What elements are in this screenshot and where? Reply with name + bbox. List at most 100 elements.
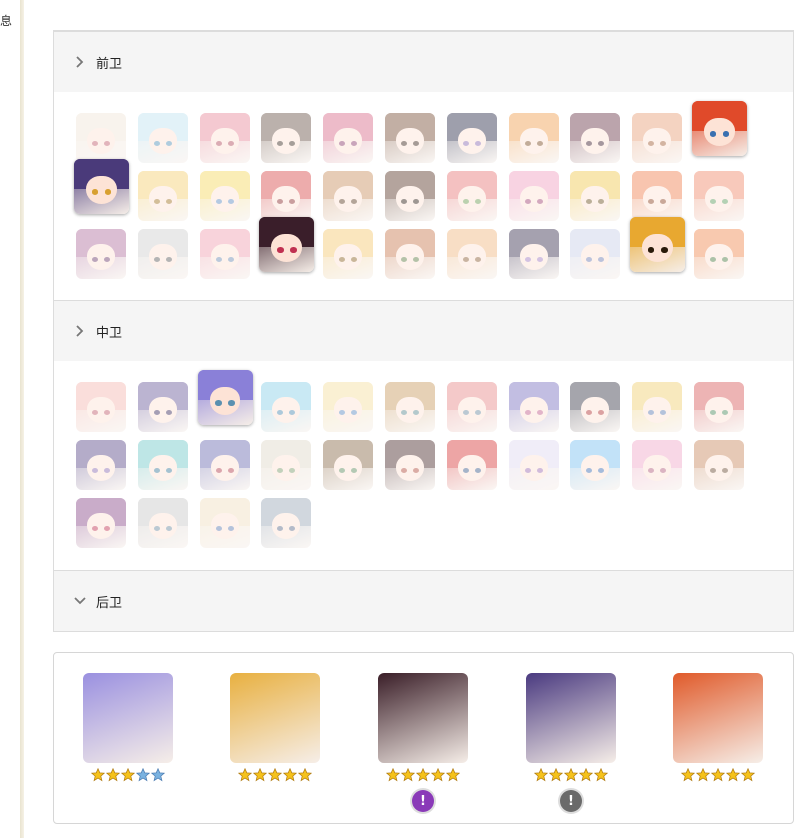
star-blue-icon <box>136 768 150 782</box>
team-member[interactable] <box>83 673 173 784</box>
character-portrait[interactable] <box>630 217 686 272</box>
character-portrait[interactable] <box>632 382 683 432</box>
character-portrait[interactable] <box>261 498 312 548</box>
portrait-eye <box>709 131 717 137</box>
portrait-face <box>334 186 363 212</box>
character-portrait[interactable] <box>323 382 374 432</box>
character-portrait[interactable] <box>76 113 126 163</box>
character-portrait[interactable] <box>323 440 374 490</box>
portrait-eye <box>104 256 110 262</box>
character-portrait[interactable] <box>76 229 126 279</box>
portrait-face <box>457 244 486 270</box>
section-title-middle: 中卫 <box>96 325 123 341</box>
character-portrait[interactable] <box>385 171 435 221</box>
character-portrait[interactable] <box>137 498 188 548</box>
character-portrait[interactable] <box>632 171 683 221</box>
character-portrait[interactable] <box>570 113 621 163</box>
character-portrait[interactable] <box>570 229 621 279</box>
star-gold-icon <box>564 768 578 782</box>
star-gold-icon <box>268 768 282 782</box>
character-portrait[interactable] <box>261 171 312 221</box>
portrait-eye <box>462 256 469 262</box>
character-portrait[interactable] <box>446 229 497 279</box>
team-member[interactable]: ! <box>526 673 616 812</box>
character-portrait[interactable] <box>694 382 744 432</box>
character-portrait[interactable] <box>385 382 435 432</box>
character-portrait[interactable] <box>385 440 435 490</box>
character-portrait[interactable] <box>261 440 312 490</box>
character-portrait[interactable] <box>261 382 312 432</box>
character-portrait[interactable] <box>199 171 250 221</box>
character-portrait[interactable] <box>570 382 621 432</box>
star-gold-icon <box>121 768 135 782</box>
character-portrait[interactable] <box>76 440 126 490</box>
team-member-avatar[interactable] <box>83 673 173 763</box>
character-portrait[interactable] <box>199 229 250 279</box>
character-portrait[interactable] <box>261 113 312 163</box>
character-portrait[interactable] <box>570 440 621 490</box>
character-portrait[interactable] <box>137 440 188 490</box>
character-portrait[interactable] <box>323 171 374 221</box>
character-portrait[interactable] <box>137 113 188 163</box>
character-portrait[interactable] <box>137 229 188 279</box>
character-portrait[interactable] <box>199 498 250 548</box>
character-portrait[interactable] <box>199 440 250 490</box>
portrait-eye <box>104 525 110 531</box>
character-portrait[interactable] <box>385 113 435 163</box>
character-portrait[interactable] <box>76 382 126 432</box>
character-portrait[interactable] <box>508 382 559 432</box>
character-portrait[interactable] <box>323 229 374 279</box>
portrait-face <box>272 397 301 423</box>
team-member-avatar[interactable] <box>378 673 468 763</box>
portrait-eye <box>710 409 716 415</box>
character-portrait[interactable] <box>508 171 559 221</box>
portrait-face <box>581 244 610 270</box>
character-portrait[interactable] <box>570 171 621 221</box>
section-header-middle[interactable]: 中卫 <box>54 300 793 362</box>
character-portrait[interactable] <box>74 159 129 214</box>
portrait-eye <box>401 140 407 146</box>
star-gold-icon <box>431 768 445 782</box>
team-member-avatar[interactable] <box>673 673 763 763</box>
character-portrait[interactable] <box>694 171 744 221</box>
character-portrait[interactable] <box>694 229 744 279</box>
character-portrait[interactable] <box>137 382 188 432</box>
team-member-avatar[interactable] <box>230 673 320 763</box>
star-gold-icon <box>534 768 548 782</box>
character-portrait[interactable] <box>446 382 497 432</box>
character-portrait[interactable] <box>632 113 683 163</box>
portrait-eye <box>289 525 296 531</box>
character-portrait[interactable] <box>694 440 744 490</box>
portrait-face <box>581 128 610 154</box>
character-portrait[interactable] <box>323 113 374 163</box>
character-portrait[interactable] <box>508 229 559 279</box>
chevron-down-icon <box>74 597 86 605</box>
character-portrait[interactable] <box>197 370 253 425</box>
character-portrait[interactable] <box>632 440 683 490</box>
character-portrait[interactable] <box>508 113 559 163</box>
star-gold-icon <box>726 768 740 782</box>
portrait-face <box>581 186 610 212</box>
star-gold-icon <box>386 768 400 782</box>
character-portrait[interactable] <box>446 113 497 163</box>
section-header-back[interactable]: 后卫 <box>54 570 793 632</box>
team-member-avatar[interactable] <box>526 673 616 763</box>
portrait-eye <box>722 467 728 473</box>
character-portrait[interactable] <box>385 229 435 279</box>
character-portrait[interactable] <box>76 498 126 548</box>
character-portrait[interactable] <box>692 101 747 156</box>
character-portrait[interactable] <box>259 217 315 272</box>
character-portrait[interactable] <box>446 440 497 490</box>
character-portrait[interactable] <box>508 440 559 490</box>
character-portrait[interactable] <box>199 113 250 163</box>
section-header-front[interactable]: 前卫 <box>54 31 793 93</box>
portrait-eye <box>722 131 730 137</box>
portrait-eye <box>153 409 160 415</box>
character-portrait[interactable] <box>446 171 497 221</box>
portrait-eye <box>474 256 481 262</box>
team-member[interactable]: ! <box>378 673 468 812</box>
team-member[interactable] <box>673 673 763 784</box>
portrait-eye <box>474 467 481 473</box>
character-portrait[interactable] <box>137 171 188 221</box>
team-member[interactable] <box>230 673 320 784</box>
